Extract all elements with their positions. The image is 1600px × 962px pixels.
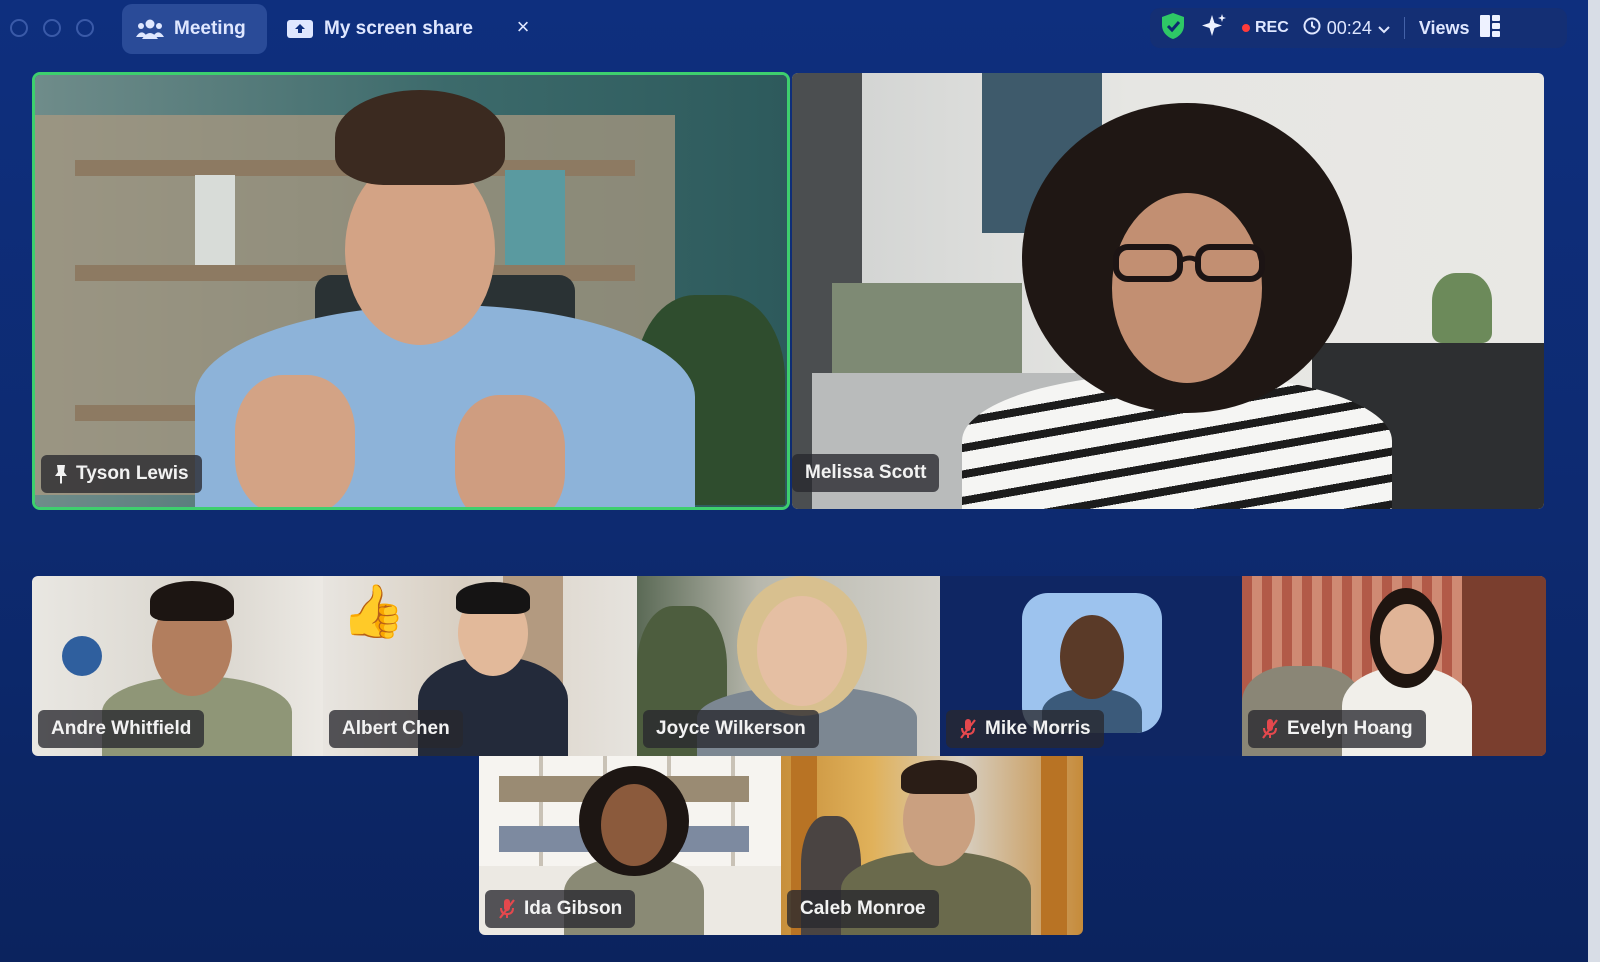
close-tab-icon[interactable]: × xyxy=(512,16,534,38)
participant-name: Evelyn Hoang xyxy=(1287,718,1413,739)
people-icon xyxy=(136,18,164,40)
mic-muted-icon xyxy=(1261,718,1279,740)
participant-name: Melissa Scott xyxy=(805,462,927,483)
grid-view-icon xyxy=(1479,14,1500,42)
curtain xyxy=(1041,756,1067,935)
cabinet xyxy=(1462,576,1546,756)
clock-icon xyxy=(1303,17,1321,40)
video-tile-mike-morris[interactable]: Mike Morris xyxy=(940,576,1242,756)
participant-name: Tyson Lewis xyxy=(76,463,189,484)
meeting-timer[interactable]: 00:24 xyxy=(1303,17,1390,40)
participant-name-label: Andre Whitfield xyxy=(38,710,205,748)
participant-name: Ida Gibson xyxy=(524,898,623,919)
mic-muted-icon xyxy=(959,718,977,740)
title-bar: Meeting My screen share × REC 00:24 View… xyxy=(0,0,1600,58)
participant-name-label: Albert Chen xyxy=(329,710,463,748)
participant-name: Albert Chen xyxy=(342,718,450,739)
person-hair xyxy=(150,581,234,621)
pin-icon xyxy=(54,464,68,484)
books xyxy=(832,283,1022,373)
person-face xyxy=(601,784,667,866)
video-tile-melissa-scott[interactable]: Melissa Scott xyxy=(792,73,1544,509)
video-tile-tyson-lewis[interactable]: Tyson Lewis xyxy=(32,72,790,510)
person-face xyxy=(757,596,847,706)
person-face xyxy=(1112,193,1262,383)
participant-name: Andre Whitfield xyxy=(51,718,192,739)
person-hand xyxy=(455,395,565,507)
share-screen-icon xyxy=(286,18,314,40)
plant xyxy=(1432,273,1492,343)
chevron-down-icon xyxy=(1378,18,1390,39)
tab-screen-share[interactable]: My screen share xyxy=(272,4,507,54)
record-dot-icon xyxy=(1242,24,1250,32)
video-tile-andre-whitfield[interactable]: Andre Whitfield xyxy=(32,576,323,756)
timer-value: 00:24 xyxy=(1326,17,1372,38)
video-tile-caleb-monroe[interactable]: Caleb Monroe xyxy=(781,756,1083,935)
recording-indicator[interactable]: REC xyxy=(1242,19,1289,37)
mic-muted-icon xyxy=(498,898,516,920)
tab-meeting-label: Meeting xyxy=(174,18,246,39)
participant-name-label: Melissa Scott xyxy=(792,454,940,492)
participant-name: Mike Morris xyxy=(985,718,1091,739)
divider xyxy=(1403,17,1405,39)
ai-companion-icon[interactable] xyxy=(1200,12,1228,45)
video-tile-joyce-wilkerson[interactable]: Joyce Wilkerson xyxy=(637,576,940,756)
window-close-button[interactable] xyxy=(10,19,28,37)
tab-screen-share-label: My screen share xyxy=(324,18,473,39)
person-hair xyxy=(901,760,977,794)
participant-name-label: Tyson Lewis xyxy=(41,455,202,493)
shield-icon[interactable] xyxy=(1160,12,1186,45)
video-tile-evelyn-hoang[interactable]: Evelyn Hoang xyxy=(1242,576,1546,756)
person-face xyxy=(1060,615,1124,699)
person-hair xyxy=(335,90,505,185)
lamp xyxy=(62,636,102,676)
person-hand xyxy=(235,375,355,507)
meeting-status-bar: REC 00:24 Views xyxy=(1150,8,1567,48)
rec-label: REC xyxy=(1255,19,1289,36)
window-edge xyxy=(1588,0,1600,962)
views-button[interactable]: Views xyxy=(1418,14,1500,42)
participant-name-label: Evelyn Hoang xyxy=(1248,710,1426,748)
views-label: Views xyxy=(1418,17,1470,38)
video-tile-ida-gibson[interactable]: Ida Gibson xyxy=(479,756,781,935)
video-tile-albert-chen[interactable]: 👍 Albert Chen xyxy=(323,576,637,756)
tab-meeting[interactable]: Meeting xyxy=(122,4,267,54)
participant-name-label: Ida Gibson xyxy=(485,890,636,928)
person-hair xyxy=(456,582,530,614)
participant-name-label: Joyce Wilkerson xyxy=(643,710,819,748)
window-maximize-button[interactable] xyxy=(76,19,94,37)
books xyxy=(195,175,235,265)
participant-name: Joyce Wilkerson xyxy=(656,718,806,739)
person-face xyxy=(1380,604,1434,674)
participant-name-label: Mike Morris xyxy=(946,710,1104,748)
window-minimize-button[interactable] xyxy=(43,19,61,37)
thumbs-up-reaction-icon: 👍 xyxy=(341,583,406,641)
books xyxy=(505,170,565,265)
participant-name: Caleb Monroe xyxy=(800,898,926,919)
glasses xyxy=(1110,243,1270,283)
participant-name-label: Caleb Monroe xyxy=(787,890,939,928)
